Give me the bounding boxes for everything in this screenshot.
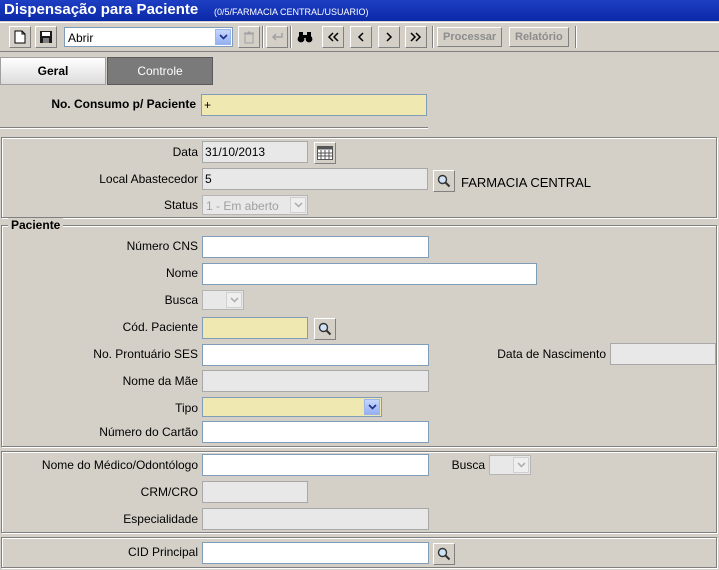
undo-icon[interactable] xyxy=(266,26,288,48)
cns-label: Número CNS xyxy=(126,239,198,253)
toolbar-separator xyxy=(262,26,264,48)
tab-geral[interactable]: Geral xyxy=(0,57,106,85)
chevron-down-icon xyxy=(226,292,242,308)
especialidade-field xyxy=(202,508,429,530)
data-field: 31/10/2013 xyxy=(202,141,308,163)
binoculars-icon[interactable] xyxy=(294,26,316,48)
toolbar-separator xyxy=(432,26,434,48)
cod-paciente-label: Cód. Paciente xyxy=(122,320,198,334)
cid-field[interactable] xyxy=(202,542,429,564)
save-icon[interactable] xyxy=(35,26,57,48)
tipo-select[interactable] xyxy=(202,397,382,417)
status-value: 1 - Em aberto xyxy=(206,199,279,213)
chevron-down-icon xyxy=(290,197,306,213)
cartao-label: Número do Cartão xyxy=(99,425,198,439)
chevron-down-icon xyxy=(364,399,380,415)
cartao-field[interactable] xyxy=(202,421,429,443)
tipo-label: Tipo xyxy=(175,401,198,415)
cod-paciente-field[interactable] xyxy=(202,317,308,339)
medico-nome-field[interactable] xyxy=(202,454,429,476)
window-title: Dispensação para Paciente xyxy=(4,1,199,18)
crm-label: CRM/CRO xyxy=(140,485,198,499)
delete-icon[interactable] xyxy=(238,26,260,48)
nascimento-field xyxy=(610,343,716,365)
mae-label: Nome da Mãe xyxy=(122,374,198,388)
nome-field[interactable] xyxy=(202,263,537,285)
toolbar-separator xyxy=(290,26,292,48)
new-document-icon[interactable] xyxy=(9,26,31,48)
local-field: 5 xyxy=(202,168,428,190)
search-icon[interactable] xyxy=(433,170,455,192)
action-select-value: Abrir xyxy=(68,31,94,45)
data-label: Data xyxy=(172,145,198,159)
window-titlebar: Dispensação para Paciente (0/5/FARMACIA … xyxy=(0,0,719,21)
status-label: Status xyxy=(163,198,198,212)
window-subtitle: (0/5/FARMACIA CENTRAL/USUARIO) xyxy=(214,7,369,17)
divider xyxy=(0,127,428,129)
paciente-legend: Paciente xyxy=(8,218,64,232)
report-button[interactable]: Relatório xyxy=(509,27,569,47)
process-button[interactable]: Processar xyxy=(437,27,503,47)
previous-record-icon[interactable] xyxy=(350,26,372,48)
cns-field[interactable] xyxy=(202,236,429,258)
nome-label: Nome xyxy=(165,266,198,280)
search-icon[interactable] xyxy=(433,543,455,565)
action-select[interactable]: Abrir xyxy=(64,27,233,47)
local-label: Local Abastecedor xyxy=(99,172,198,186)
medico-nome-label: Nome do Médico/Odontólogo xyxy=(41,458,198,472)
consumo-label: No. Consumo p/ Paciente xyxy=(51,97,196,111)
cid-label: CID Principal xyxy=(127,545,198,559)
consumo-field[interactable]: + xyxy=(201,94,427,116)
prontuario-label: No. Prontuário SES xyxy=(93,347,198,361)
toolbar-separator xyxy=(575,26,577,48)
next-record-icon[interactable] xyxy=(378,26,400,48)
busca-label: Busca xyxy=(164,293,198,307)
search-icon[interactable] xyxy=(314,318,336,340)
medico-busca-label: Busca xyxy=(451,458,485,472)
tab-controle[interactable]: Controle xyxy=(107,57,213,85)
chevron-down-icon xyxy=(513,457,529,473)
medico-busca-select xyxy=(489,455,531,475)
calendar-icon[interactable] xyxy=(314,142,336,164)
nascimento-label: Data de Nascimento xyxy=(497,347,606,361)
prontuario-field[interactable] xyxy=(202,344,429,366)
mae-field xyxy=(202,370,429,392)
first-record-icon[interactable] xyxy=(322,26,344,48)
status-select: 1 - Em aberto xyxy=(202,195,308,215)
local-name: FARMACIA CENTRAL xyxy=(461,175,592,190)
crm-field xyxy=(202,481,308,503)
busca-select xyxy=(202,290,244,310)
chevron-down-icon xyxy=(215,29,231,45)
last-record-icon[interactable] xyxy=(405,26,427,48)
especialidade-label: Especialidade xyxy=(123,512,198,526)
